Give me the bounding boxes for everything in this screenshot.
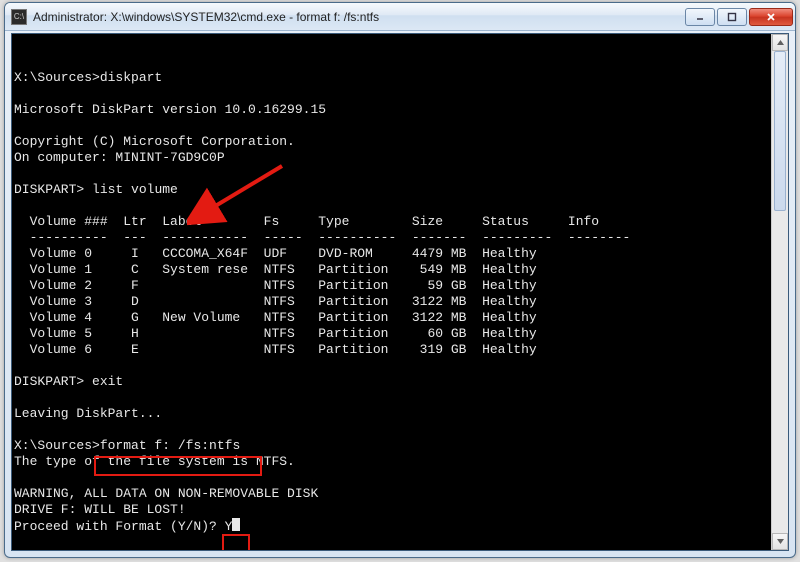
console-output[interactable]: X:\Sources>diskpart Microsoft DiskPart v…: [12, 34, 788, 550]
command: list volume: [92, 182, 178, 197]
table-divider: ---------- --- ----------- ----- -------…: [14, 230, 630, 245]
window-controls: [685, 8, 793, 26]
table-row: Volume 5 H NTFS Partition 60 GB Healthy: [14, 326, 537, 341]
vertical-scrollbar[interactable]: [771, 34, 788, 550]
text: Leaving DiskPart...: [14, 406, 162, 421]
table-row: Volume 3 D NTFS Partition 3122 MB Health…: [14, 294, 537, 309]
close-button[interactable]: [749, 8, 793, 26]
scroll-thumb[interactable]: [774, 51, 786, 211]
text: WARNING, ALL DATA ON NON-REMOVABLE DISK: [14, 486, 318, 501]
text: Microsoft DiskPart version 10.0.16299.15: [14, 102, 326, 117]
table-row: Volume 6 E NTFS Partition 319 GB Healthy: [14, 342, 537, 357]
text: Copyright (C) Microsoft Corporation.: [14, 134, 295, 149]
maximize-button[interactable]: [717, 8, 747, 26]
text: DRIVE F: WILL BE LOST!: [14, 502, 186, 517]
prompt: X:\Sources>: [14, 438, 100, 453]
scroll-track[interactable]: [772, 51, 788, 533]
console-client-area: X:\Sources>diskpart Microsoft DiskPart v…: [11, 33, 789, 551]
prompt: X:\Sources>: [14, 70, 100, 85]
text: The type of the file system is NTFS.: [14, 454, 295, 469]
command: diskpart: [100, 70, 162, 85]
prompt: DISKPART>: [14, 182, 84, 197]
cmd-window: C:\ Administrator: X:\windows\SYSTEM32\c…: [4, 2, 796, 558]
user-input: Y: [225, 519, 233, 534]
table-row: Volume 0 I CCCOMA_X64F UDF DVD-ROM 4479 …: [14, 246, 537, 261]
prompt: DISKPART>: [14, 374, 84, 389]
text: On computer: MININT-7GD9C0P: [14, 150, 225, 165]
table-row: Volume 2 F NTFS Partition 59 GB Healthy: [14, 278, 537, 293]
table-header: Volume ### Ltr Label Fs Type Size Status…: [14, 214, 599, 229]
window-title: Administrator: X:\windows\SYSTEM32\cmd.e…: [33, 10, 685, 24]
command: exit: [92, 374, 123, 389]
cmd-icon: C:\: [11, 9, 27, 25]
text-cursor: [232, 518, 240, 531]
titlebar[interactable]: C:\ Administrator: X:\windows\SYSTEM32\c…: [5, 3, 795, 31]
text: Proceed with Format (Y/N)?: [14, 519, 225, 534]
command: format f: /fs:ntfs: [100, 438, 240, 453]
table-row: Volume 4 G New Volume NTFS Partition 312…: [14, 310, 537, 325]
table-row: Volume 1 C System rese NTFS Partition 54…: [14, 262, 537, 277]
scroll-up-button[interactable]: [772, 34, 788, 51]
minimize-button[interactable]: [685, 8, 715, 26]
scroll-down-button[interactable]: [772, 533, 788, 550]
